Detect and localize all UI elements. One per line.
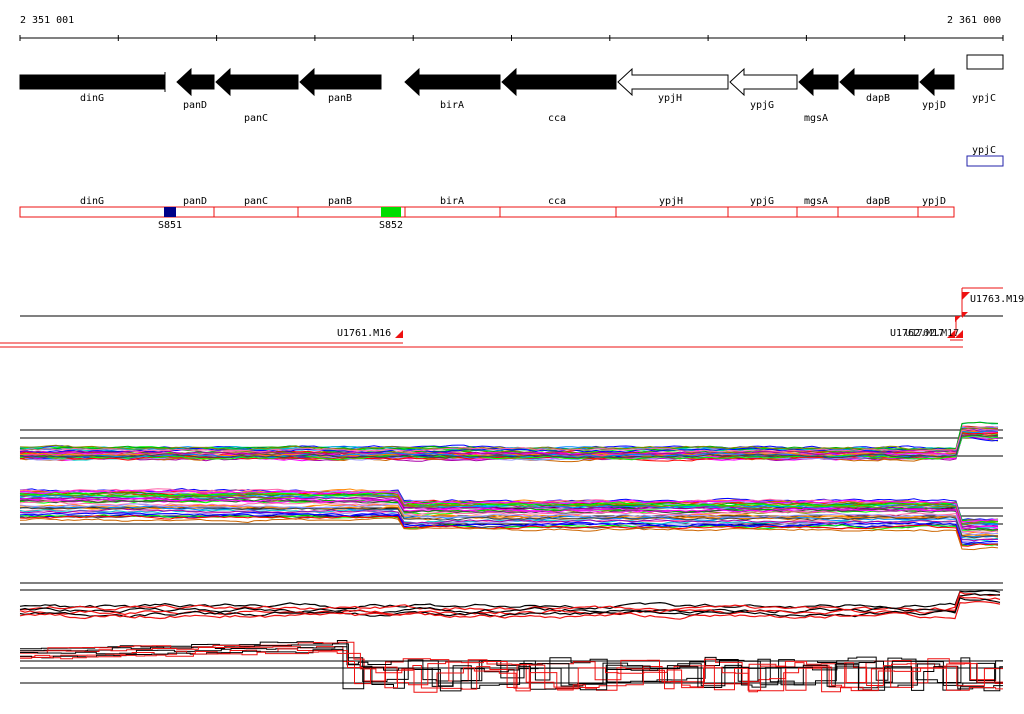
- transcript-start-flag[interactable]: [962, 312, 968, 318]
- gene-ypjd[interactable]: [919, 67, 955, 97]
- feature-label: birA: [440, 196, 464, 207]
- transcript-end-marker[interactable]: [395, 330, 403, 338]
- transcript-track: U1761.M16 U1762.M17 U1762.M17 U1763.M19: [0, 287, 1024, 348]
- feature-label: dinG: [80, 196, 104, 207]
- ruler-end-label: 2 361 000: [947, 15, 1001, 26]
- gene-label: ypjG: [750, 100, 774, 111]
- feature-label: panC: [244, 196, 268, 207]
- feature-label: panB: [328, 196, 352, 207]
- feature-label: mgsA: [804, 196, 828, 207]
- feature-label: dapB: [866, 196, 890, 207]
- gene-label: ypjH: [658, 93, 682, 104]
- gene-ypjc[interactable]: [966, 54, 1004, 70]
- feature-label: ypjH: [659, 196, 683, 207]
- gene-mgsa[interactable]: [798, 67, 839, 97]
- gene-track: dinG panD panC panB birA cca ypjH ypjG mgsA dapB y…: [19, 54, 1004, 124]
- gene-label: birA: [440, 100, 464, 111]
- feature-track-bar: [19, 206, 955, 218]
- transcript-start-flag[interactable]: [962, 292, 970, 300]
- genome-browser-view: 2 351 001 2 361 000 dinG panD panC panB birA…: [0, 15, 1024, 693]
- gene-panb[interactable]: [299, 67, 382, 97]
- gene-label: ypjD: [922, 100, 946, 111]
- gene-panc[interactable]: [215, 67, 299, 97]
- transcript-label-u1763: U1763.M19: [970, 294, 1024, 305]
- feature-track: dinG panD panC panB birA cca ypjH ypjG mgsA dapB y…: [19, 196, 955, 231]
- expression-trace: [19, 421, 999, 452]
- gene-label: dapB: [866, 93, 890, 104]
- transcript-label-u1762-overlap: U1762.M17: [905, 328, 959, 339]
- transcript-label-u1761: U1761.M16: [337, 328, 391, 339]
- gene-label: mgsA: [804, 113, 828, 124]
- feature-marker-s852[interactable]: [381, 207, 401, 217]
- secondary-track-box[interactable]: [966, 155, 1004, 167]
- coordinate-ruler: 2 351 001 2 361 000: [19, 15, 1004, 41]
- gene-ding[interactable]: [19, 74, 166, 90]
- feature-marker-label: S852: [379, 220, 403, 231]
- feature-label: panD: [183, 196, 207, 207]
- feature-marker-s851[interactable]: [164, 207, 176, 217]
- gene-pand[interactable]: [176, 67, 215, 97]
- gene-label: dinG: [80, 93, 104, 104]
- feature-label: ypjD: [922, 196, 946, 207]
- feature-label: ypjG: [750, 196, 774, 207]
- gene-label: panC: [244, 113, 268, 124]
- gene-label: panD: [183, 100, 207, 111]
- ruler-start-label: 2 351 001: [20, 15, 74, 26]
- gene-label: ypjC: [972, 93, 996, 104]
- gene-label: panB: [328, 93, 352, 104]
- feature-label: cca: [548, 196, 566, 207]
- gene-label: cca: [548, 113, 566, 124]
- gene-cca[interactable]: [501, 67, 617, 97]
- expression-trace: [19, 421, 999, 452]
- gene-ypjg[interactable]: [729, 67, 798, 97]
- secondary-track-label: ypjC: [972, 145, 996, 156]
- expression-panel-upper: [19, 421, 1003, 551]
- feature-marker-label: S851: [158, 220, 182, 231]
- gene-bira[interactable]: [404, 67, 501, 97]
- expression-panel-lower: [19, 582, 1003, 693]
- gene-ypjh[interactable]: [617, 67, 729, 97]
- gene-dapb[interactable]: [839, 67, 919, 97]
